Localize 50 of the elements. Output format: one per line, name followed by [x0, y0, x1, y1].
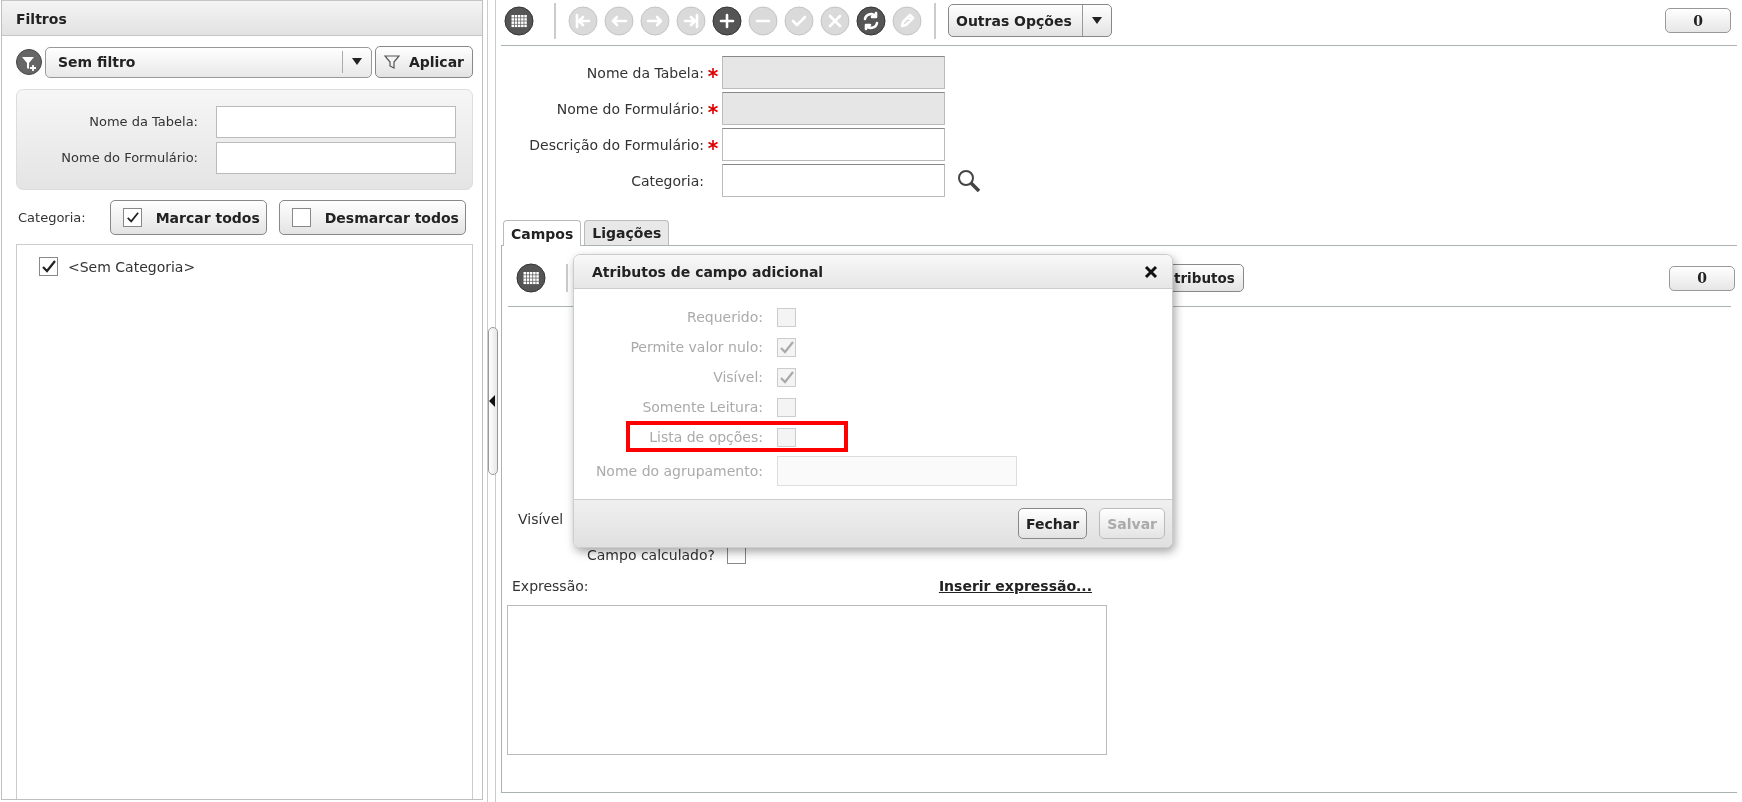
insert-expression-link[interactable]: Inserir expressão...	[938, 578, 1092, 594]
plus-icon[interactable]	[712, 5, 742, 36]
splitter-bar[interactable]	[487, 0, 496, 802]
more-options-button[interactable]: Outras Opções	[948, 4, 1112, 37]
caret-icon[interactable]	[1091, 16, 1102, 25]
close-icon[interactable]	[1144, 264, 1158, 279]
caret-icon[interactable]	[351, 58, 362, 66]
checkbox[interactable]	[39, 257, 58, 276]
input-field[interactable]	[216, 141, 456, 174]
close-button[interactable]: Fechar	[1018, 508, 1088, 539]
funnel-icon	[383, 54, 400, 70]
field-label: Nome da Tabela:	[88, 114, 198, 129]
splitter-handle[interactable]	[488, 327, 498, 475]
tab[interactable]: Ligações	[584, 220, 670, 245]
grid-icon[interactable]	[504, 5, 534, 36]
expression-field[interactable]	[507, 605, 1107, 755]
refresh-icon[interactable]	[856, 5, 886, 36]
checkbox-icon	[291, 208, 311, 227]
field-label: Expressão:	[512, 578, 589, 594]
field-label: Nome do agrupamento:	[594, 463, 764, 479]
input-field[interactable]	[722, 164, 945, 197]
filter-dropdown[interactable]: Sem filtro	[45, 46, 372, 78]
check-all-button[interactable]: Marcar todos	[109, 200, 267, 235]
field-label: Somente Leitura:	[641, 399, 764, 415]
category-label: <Sem Categoria>	[68, 258, 196, 275]
field-label: Categoria:	[630, 172, 704, 189]
field-label: Lista de opções:	[648, 429, 764, 445]
field-label: Requerido:	[686, 309, 764, 325]
counter-badge[interactable]: 0	[1665, 8, 1731, 33]
field-label: Visível:	[712, 369, 764, 385]
search-icon[interactable]	[957, 168, 981, 193]
field-label: Campo calculado?	[587, 546, 715, 563]
input-field[interactable]	[216, 105, 456, 138]
field-label: Visível	[518, 511, 564, 527]
uncheck-all-button[interactable]: Desmarcar todos	[278, 200, 466, 235]
field-label: Categoria:	[18, 210, 86, 225]
field-label: Nome do Formulário:	[60, 150, 198, 165]
field-label: Permite valor nulo:	[629, 339, 764, 355]
field-label: Nome da Tabela:	[585, 64, 704, 81]
apply-button[interactable]: Aplicar	[374, 46, 473, 78]
counter-badge[interactable]: 0	[1669, 265, 1735, 291]
tab[interactable]: Campos	[503, 220, 582, 246]
panel-title: Filtros	[2, 0, 482, 36]
checkbox-icon	[122, 208, 142, 227]
input-field[interactable]	[722, 128, 945, 161]
add-filter-icon[interactable]	[16, 48, 42, 76]
field-label: Nome do Formulário:	[555, 100, 704, 117]
dialog-title: Atributos de campo adicional	[592, 263, 824, 280]
field-label: Descrição do Formulário:	[528, 136, 704, 153]
grid-icon[interactable]	[516, 263, 546, 293]
